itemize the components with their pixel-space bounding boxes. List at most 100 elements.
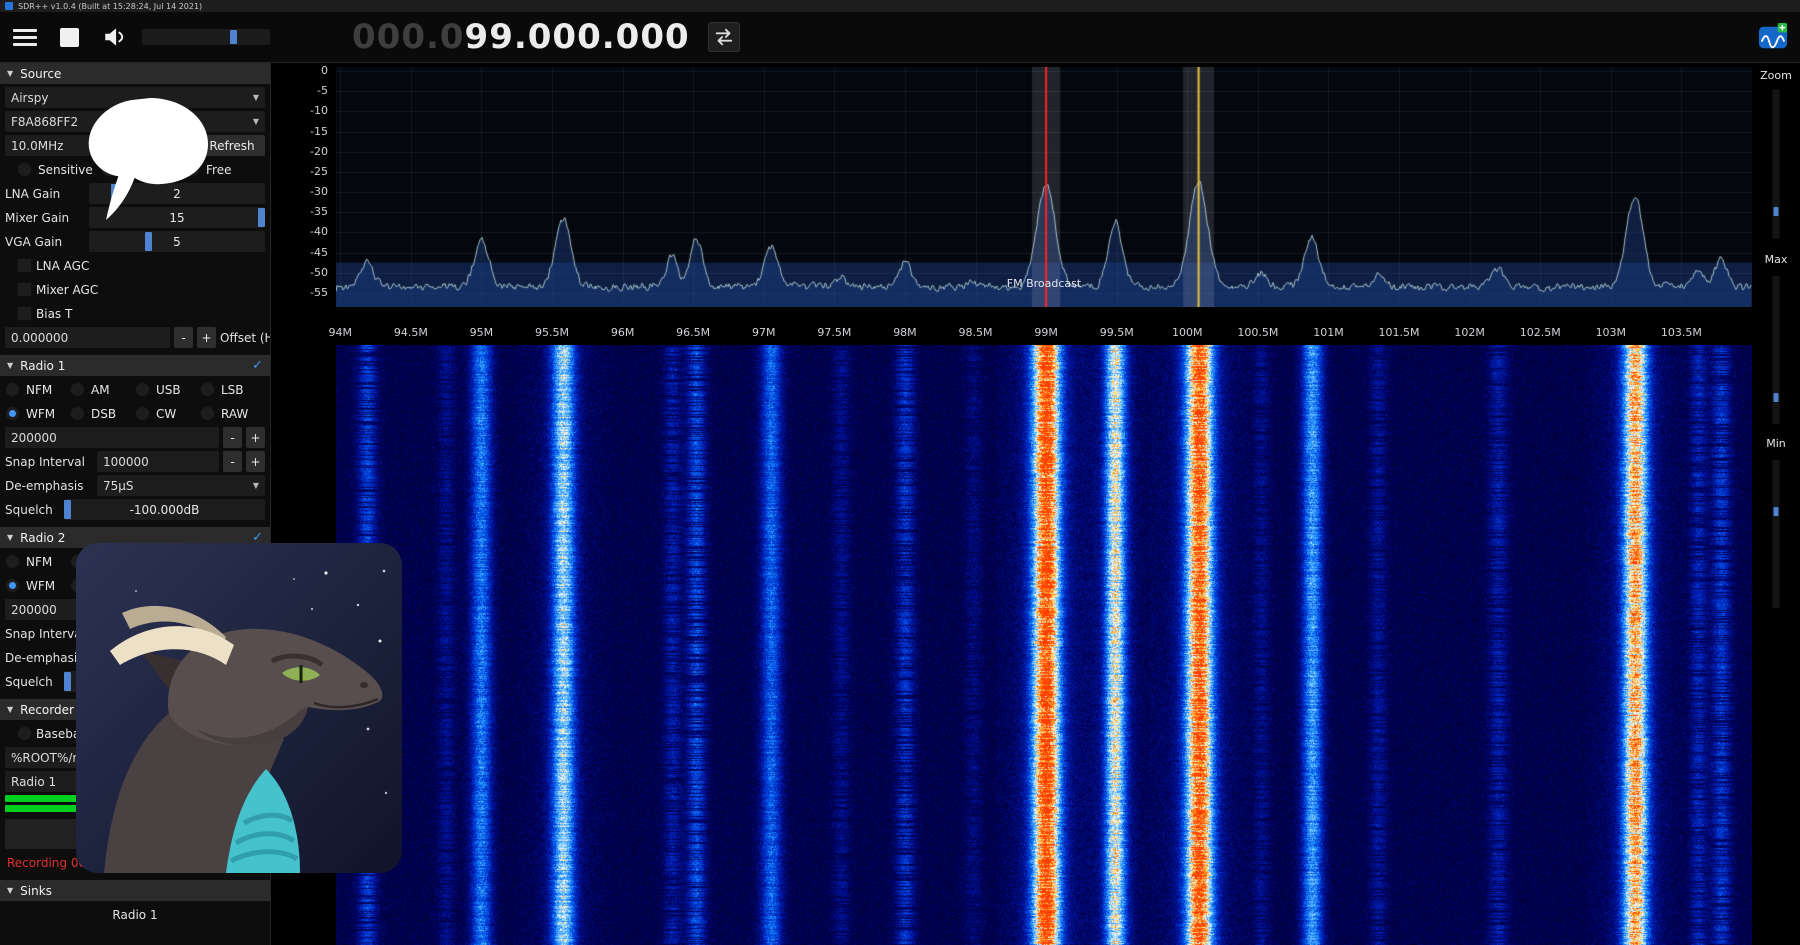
sink-stream-label: Radio 1 [112, 908, 157, 922]
max-slider[interactable] [1772, 275, 1781, 425]
sinks-section-title: Sinks [20, 884, 52, 898]
zoom-slider[interactable] [1772, 89, 1781, 239]
mode-am[interactable]: AM [70, 379, 135, 400]
offset-plus-button[interactable]: + [197, 327, 216, 348]
window-title: SDR++ v1.0.4 (Built at 15:28:24, Jul 14 … [18, 2, 202, 11]
min-label: Min [1752, 437, 1800, 450]
db-tick-label: -40 [310, 225, 328, 238]
min-slider[interactable] [1772, 459, 1781, 609]
mode-usb[interactable]: USB [135, 379, 200, 400]
radio-icon [200, 406, 215, 421]
source-section-header[interactable]: ▼ Source [0, 63, 270, 84]
offset-label: Offset (Hz) [220, 331, 271, 345]
top-toolbar: 000.099.000.000 [0, 12, 1800, 63]
freq-tick-label: 96M [611, 326, 635, 339]
freq-tick-label: 95.5M [535, 326, 569, 339]
radio-icon [135, 406, 150, 421]
sinks-section-header[interactable]: ▼ Sinks [0, 880, 270, 901]
stop-button[interactable] [54, 20, 84, 54]
freq-tick-label: 94.5M [394, 326, 428, 339]
radio-icon[interactable] [17, 726, 32, 741]
window-titlebar: SDR++ v1.0.4 (Built at 15:28:24, Jul 14 … [0, 0, 1800, 12]
bandplan-label: FM Broadcast [1007, 277, 1081, 290]
mode-raw[interactable]: RAW [200, 403, 265, 424]
freq-tick-label: 98.5M [959, 326, 993, 339]
mode-lsb[interactable]: LSB [200, 379, 265, 400]
volume-slider-grab[interactable] [230, 30, 237, 44]
collapse-arrow-icon: ▼ [7, 361, 13, 370]
offset-minus-button[interactable]: - [174, 327, 193, 348]
mode-cw[interactable]: CW [135, 403, 200, 424]
collapse-arrow-icon: ▼ [7, 69, 13, 78]
db-tick-label: -45 [310, 246, 328, 259]
db-tick-label: -25 [310, 165, 328, 178]
db-tick-label: -15 [310, 125, 328, 138]
max-label: Max [1752, 253, 1800, 266]
sdrpp-logo [1758, 22, 1788, 52]
frequency-axis[interactable]: 94M94.5M95M95.5M96M96.5M97M97.5M98M98.5M… [336, 311, 1752, 341]
checkbox-icon[interactable] [17, 258, 32, 273]
vga-gain-slider[interactable]: 5 [89, 231, 265, 252]
deemphasis-value: 75µS [103, 479, 134, 493]
db-tick-label: 0 [321, 64, 328, 77]
spectrum-area: 0-5-10-15-20-25-30-35-40-45-50-55 FM Bro… [272, 63, 1800, 945]
lna-agc-row: LNA AGC [17, 255, 265, 276]
module-enabled-check-icon[interactable]: ✓ [252, 358, 263, 373]
mode-nfm[interactable]: NFM [5, 551, 70, 572]
mode-dsb[interactable]: DSB [70, 403, 135, 424]
radio-icon [70, 406, 85, 421]
bandwidth-minus-button[interactable]: - [223, 427, 242, 448]
samplerate-value: 10.0MHz [11, 139, 63, 153]
speaker-icon [102, 24, 128, 50]
mute-button[interactable] [100, 20, 130, 54]
offset-input[interactable]: 0.000000 [5, 327, 170, 348]
radio-icon [5, 406, 20, 421]
device-serial-value: F8A868FF2 [11, 115, 78, 129]
checkbox-icon[interactable] [17, 282, 32, 297]
bias-t-row: Bias T [17, 303, 265, 324]
radio1-deemphasis-select[interactable]: 75µS ▼ [97, 475, 265, 496]
radio1-bandwidth-input[interactable]: 200000 [5, 427, 219, 448]
menu-button[interactable] [10, 20, 40, 54]
fft-display[interactable] [336, 67, 1752, 307]
mode-wfm[interactable]: WFM [5, 403, 70, 424]
swap-arrows-icon [713, 26, 735, 48]
snap-minus-button[interactable]: - [223, 451, 242, 472]
radio-icon [5, 382, 20, 397]
radio1-snap-input[interactable]: 100000 [97, 451, 219, 472]
hamburger-icon [13, 25, 37, 50]
db-tick-label: -50 [310, 266, 328, 279]
freq-tick-label: 100M [1172, 326, 1203, 339]
radio-icon [200, 382, 215, 397]
offset-value: 0.000000 [11, 331, 68, 345]
max-slider-grab[interactable] [1774, 393, 1779, 402]
snap-plus-button[interactable]: + [246, 451, 265, 472]
freq-tick-label: 97.5M [817, 326, 851, 339]
zoom-slider-grab[interactable] [1774, 207, 1779, 216]
radio-icon [5, 554, 20, 569]
mode-wfm[interactable]: WFM [5, 575, 70, 596]
radio1-squelch-slider[interactable]: -100.000dB [64, 499, 265, 520]
freq-tick-label: 94M [328, 326, 352, 339]
freq-tick-label: 103M [1596, 326, 1627, 339]
frequency-display[interactable]: 000.099.000.000 [352, 17, 690, 57]
radio1-section-title: Radio 1 [20, 359, 65, 373]
min-slider-grab[interactable] [1774, 507, 1779, 516]
source-section-title: Source [20, 67, 61, 81]
bandwidth-plus-button[interactable]: + [246, 427, 265, 448]
frequency-value: 99.000.000 [465, 17, 690, 57]
sticker-overlay [84, 96, 214, 228]
tuning-mode-button[interactable] [708, 22, 740, 52]
db-tick-label: -5 [317, 84, 328, 97]
freq-tick-label: 98M [893, 326, 917, 339]
collapse-arrow-icon: ▼ [7, 533, 13, 542]
radio1-section-header[interactable]: ▼ Radio 1 ✓ [0, 355, 270, 376]
agc-checkboxes-group: LNA AGC Mixer AGC Bias T [0, 255, 270, 324]
checkbox-icon[interactable] [17, 306, 32, 321]
radio-icon [70, 382, 85, 397]
chevron-down-icon: ▼ [253, 117, 259, 126]
mode-nfm[interactable]: NFM [5, 379, 70, 400]
waterfall-display[interactable] [336, 345, 1752, 945]
radio2-section-title: Radio 2 [20, 531, 65, 545]
volume-slider[interactable] [142, 29, 270, 45]
